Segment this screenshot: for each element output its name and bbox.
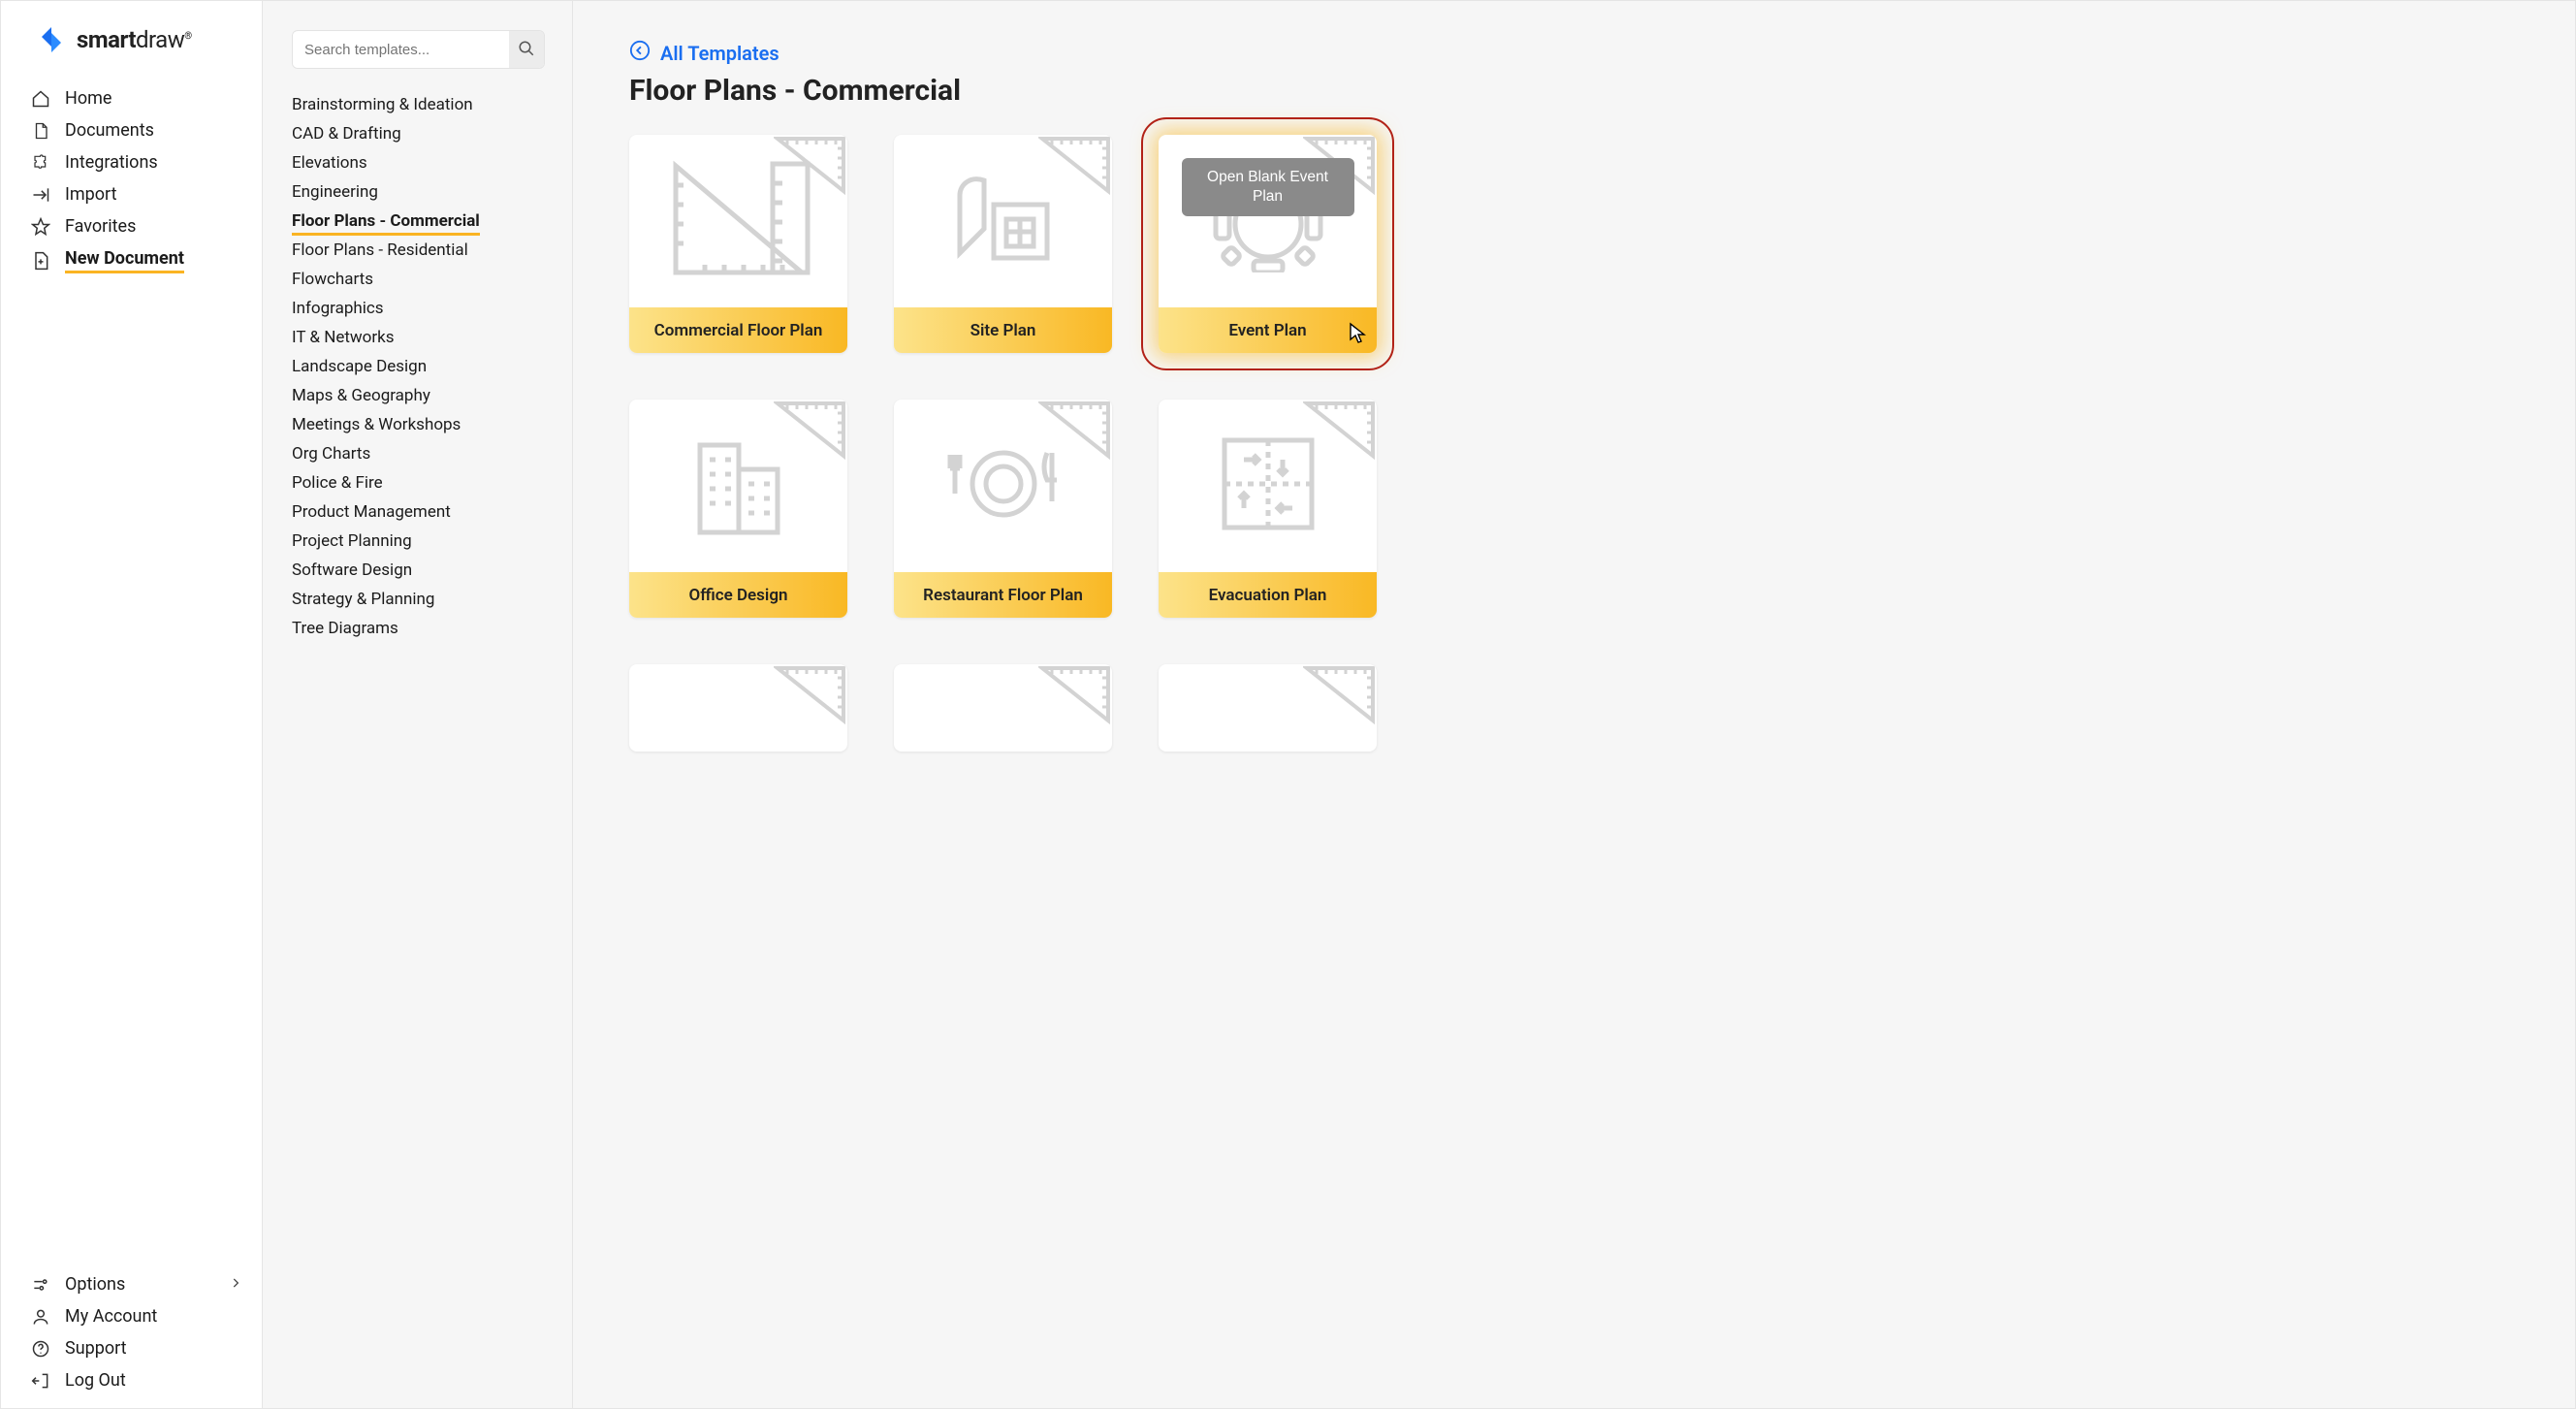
category-item[interactable]: Meetings & Workshops <box>292 410 545 439</box>
category-item[interactable]: Org Charts <box>292 439 545 468</box>
nav-import[interactable]: Import <box>30 178 242 210</box>
open-blank-button[interactable]: Open Blank Event Plan <box>1182 158 1354 216</box>
search-icon <box>518 40 535 60</box>
import-icon <box>30 185 51 205</box>
category-list: Brainstorming & IdeationCAD & DraftingEl… <box>292 90 545 643</box>
template-thumbnail <box>894 135 1112 307</box>
category-item[interactable]: Elevations <box>292 148 545 177</box>
document-icon <box>30 121 51 141</box>
sliders-icon <box>30 1275 51 1295</box>
template-thumbnail <box>629 400 847 572</box>
nav-label: Import <box>65 184 116 205</box>
nav-label: Documents <box>65 120 154 141</box>
category-item[interactable]: Engineering <box>292 177 545 207</box>
nav-support[interactable]: Support <box>30 1332 242 1364</box>
template-grid: Commercial Floor Plan Site Plan Open Blank… <box>629 135 2519 752</box>
nav-log-out[interactable]: Log Out <box>30 1364 242 1396</box>
logo[interactable]: smartdraw® <box>1 1 262 82</box>
page-title: Floor Plans - Commercial <box>629 74 2519 108</box>
template-label: Evacuation Plan <box>1159 572 1377 618</box>
breadcrumb-back[interactable]: All Templates <box>629 40 2519 66</box>
category-item[interactable]: Product Management <box>292 497 545 527</box>
nav-secondary: Options My Account Support <box>1 1268 262 1396</box>
nav-label: Home <box>65 88 111 109</box>
main-content: All Templates Floor Plans - Commercial C… <box>573 1 2575 1408</box>
template-thumbnail <box>1159 400 1377 572</box>
template-thumbnail <box>1159 664 1377 752</box>
nav-label: Log Out <box>65 1370 126 1391</box>
template-label: Office Design <box>629 572 847 618</box>
template-card[interactable]: Commercial Floor Plan <box>629 135 847 353</box>
category-panel: Brainstorming & IdeationCAD & DraftingEl… <box>263 1 573 1408</box>
nav-favorites[interactable]: Favorites <box>30 210 242 242</box>
template-card[interactable] <box>894 664 1112 752</box>
category-item[interactable]: IT & Networks <box>292 323 545 352</box>
template-label: Commercial Floor Plan <box>629 307 847 353</box>
logo-text: smartdraw® <box>77 26 192 53</box>
template-label: Event Plan <box>1159 307 1377 353</box>
template-thumbnail <box>894 664 1112 752</box>
nav-options[interactable]: Options <box>30 1268 242 1300</box>
template-thumbnail <box>629 664 847 752</box>
category-item[interactable]: Tree Diagrams <box>292 614 545 643</box>
template-card[interactable]: Restaurant Floor Plan <box>894 400 1112 618</box>
star-icon <box>30 217 51 237</box>
category-item[interactable]: Strategy & Planning <box>292 585 545 614</box>
category-item[interactable]: Project Planning <box>292 527 545 556</box>
chevron-right-icon <box>229 1274 242 1295</box>
template-card[interactable]: Evacuation Plan <box>1159 400 1377 618</box>
nav-label: New Document <box>65 248 184 273</box>
template-thumbnail <box>894 400 1112 572</box>
puzzle-icon <box>30 153 51 173</box>
logo-icon <box>36 24 67 55</box>
arrow-left-circle-icon <box>629 40 651 66</box>
home-icon <box>30 89 51 109</box>
nav-label: Support <box>65 1338 127 1359</box>
nav-primary: Home Documents Integrations Import <box>1 82 262 279</box>
nav-new-document[interactable]: New Document <box>30 242 242 279</box>
user-icon <box>30 1307 51 1327</box>
category-item[interactable]: Police & Fire <box>292 468 545 497</box>
nav-label: Integrations <box>65 152 158 173</box>
nav-label: My Account <box>65 1306 157 1327</box>
category-item[interactable]: Floor Plans - Residential <box>292 236 545 265</box>
template-card[interactable]: Office Design <box>629 400 847 618</box>
template-label: Restaurant Floor Plan <box>894 572 1112 618</box>
template-thumbnail <box>629 135 847 307</box>
nav-integrations[interactable]: Integrations <box>30 146 242 178</box>
nav-documents[interactable]: Documents <box>30 114 242 146</box>
breadcrumb-label: All Templates <box>660 42 779 65</box>
search-input[interactable] <box>293 32 509 68</box>
nav-my-account[interactable]: My Account <box>30 1300 242 1332</box>
search-wrap <box>292 30 545 69</box>
sidebar-left: smartdraw® Home Documents Integrations <box>1 1 263 1408</box>
template-card[interactable] <box>1159 664 1377 752</box>
nav-home[interactable]: Home <box>30 82 242 114</box>
category-item[interactable]: Brainstorming & Ideation <box>292 90 545 119</box>
category-item[interactable]: Floor Plans - Commercial <box>292 207 545 236</box>
nav-label: Favorites <box>65 216 136 237</box>
app-root: smartdraw® Home Documents Integrations <box>0 0 2576 1409</box>
category-item[interactable]: Software Design <box>292 556 545 585</box>
logout-icon <box>30 1371 51 1391</box>
template-label: Site Plan <box>894 307 1112 353</box>
category-item[interactable]: Landscape Design <box>292 352 545 381</box>
help-icon <box>30 1339 51 1359</box>
template-card[interactable]: Site Plan <box>894 135 1112 353</box>
template-thumbnail: Open Blank Event Plan <box>1159 135 1377 307</box>
nav-label: Options <box>65 1274 125 1295</box>
template-card[interactable] <box>629 664 847 752</box>
category-item[interactable]: Maps & Geography <box>292 381 545 410</box>
category-item[interactable]: Flowcharts <box>292 265 545 294</box>
category-item[interactable]: Infographics <box>292 294 545 323</box>
new-document-icon <box>30 251 51 271</box>
search-button[interactable] <box>509 31 544 68</box>
category-item[interactable]: CAD & Drafting <box>292 119 545 148</box>
template-card[interactable]: Open Blank Event Plan Event Plan <box>1159 135 1377 353</box>
